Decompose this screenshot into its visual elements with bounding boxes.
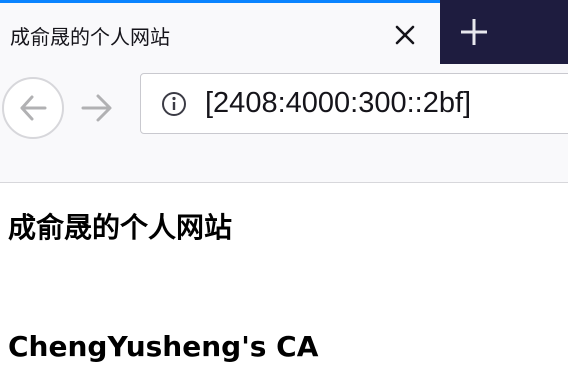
navigation-toolbar: [2408:4000:300::2bf] [0, 64, 568, 183]
close-icon[interactable] [392, 22, 418, 48]
forward-button[interactable] [78, 88, 118, 128]
url-text[interactable]: [2408:4000:300::2bf] [205, 87, 471, 120]
back-button[interactable] [2, 77, 64, 139]
active-tab[interactable]: 成俞晟的个人网站 [0, 0, 440, 64]
info-icon[interactable] [161, 91, 187, 117]
tab-title: 成俞晟的个人网站 [10, 25, 170, 49]
site-heading: 成俞晟的个人网站 [8, 211, 233, 244]
ca-heading: ChengYusheng's CA [8, 330, 319, 363]
plus-icon[interactable] [456, 14, 492, 50]
url-bar[interactable]: [2408:4000:300::2bf] [140, 73, 568, 134]
page-content: 成俞晟的个人网站 ChengYusheng's CA [0, 184, 568, 370]
arrow-right-icon [81, 94, 112, 122]
tab-strip: 成俞晟的个人网站 [0, 0, 568, 64]
arrow-left-icon [20, 95, 47, 121]
